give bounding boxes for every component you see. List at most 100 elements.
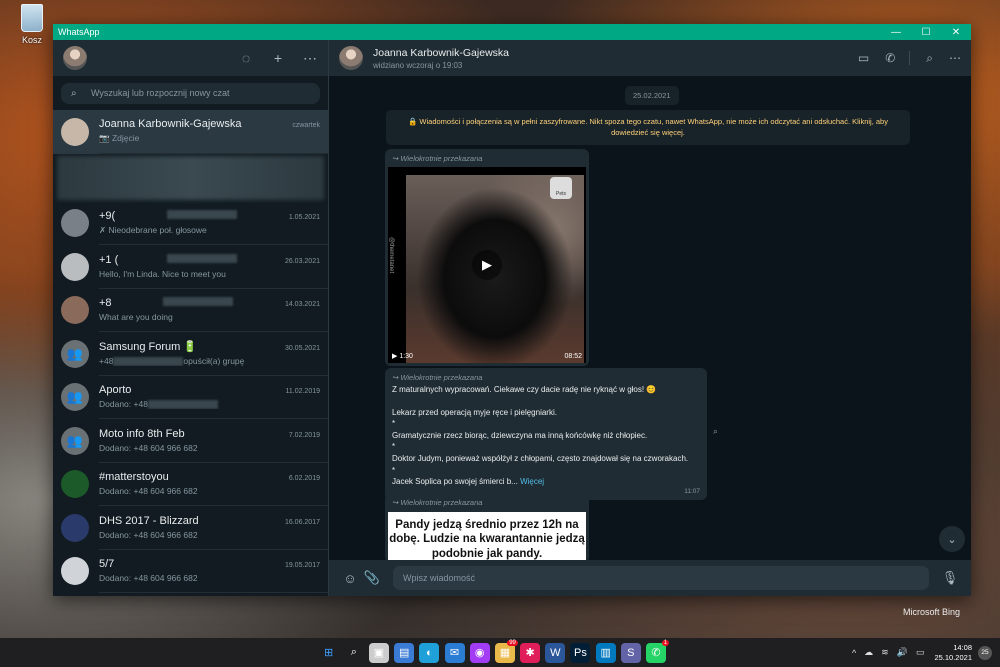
volume-icon[interactable]: 🔊 [897, 647, 908, 658]
preview-text: Dodano: +48 604 966 682 [99, 573, 198, 584]
teams-icon[interactable]: S [620, 642, 641, 663]
search-input[interactable] [91, 88, 320, 98]
message-line: * [392, 419, 396, 429]
contact-avatar[interactable] [339, 46, 363, 70]
chat-time: 1.05.2021 [288, 213, 320, 221]
video-message[interactable]: ↪ Wielokrotnie przekazana @themetanet Pe… [385, 149, 589, 366]
chat-time: 6.02.2019 [288, 475, 320, 483]
preview-prefix: +48 [99, 356, 114, 367]
message-input[interactable] [393, 566, 929, 590]
conversation-menu-icon[interactable]: ⋯ [949, 51, 961, 65]
maximize-button[interactable]: ☐ [911, 27, 941, 38]
chat-time: 16.06.2017 [284, 518, 320, 526]
search-icon[interactable]: ⌕ [344, 643, 364, 663]
forward-icon[interactable]: ⌕ [713, 426, 718, 437]
teams-glyph: S [627, 646, 635, 659]
group-avatar-icon: 👥 [61, 426, 89, 455]
video-thumbnail[interactable]: @themetanet Pets ▶ ▶ 1:30 08:52 [388, 167, 586, 363]
system-tray: ^ ☁ ≋ 🔊 ▭ 14:08 25.10.2021 25 [848, 638, 992, 667]
edge-icon[interactable]: ◐ [419, 642, 440, 663]
play-icon[interactable]: ▶ [472, 250, 502, 280]
task-view-icon[interactable]: ▣ [368, 642, 389, 663]
emoji-icon[interactable]: ☺ [339, 571, 361, 586]
whatsapp-glyph: ✆ [651, 647, 661, 659]
chat-time: 19.05.2017 [284, 562, 320, 570]
trello-icon[interactable]: ▥ [595, 642, 616, 663]
search-glyph: ⌕ [350, 646, 357, 658]
tray-chevron-icon[interactable]: ^ [852, 648, 856, 658]
new-chat-icon[interactable]: + [270, 50, 286, 66]
notifications-badge[interactable]: 25 [978, 645, 992, 660]
encryption-notice[interactable]: 🔒 Wiadomości i połączenia są w pełni zas… [386, 110, 910, 145]
scroll-down-button[interactable]: ⌄ [939, 526, 965, 552]
whatsapp-icon[interactable]: ✆ 1 [646, 639, 670, 663]
conversation-pane: Joanna Karbownik-Gajewska widziano wczor… [329, 40, 971, 596]
windows-icon[interactable]: ⊞ [319, 643, 339, 663]
chat-name: DHS 2017 - Blizzard [99, 514, 199, 527]
chat-name: #matterstoyou [99, 471, 169, 484]
chat-name: +1 ( [99, 253, 119, 266]
voice-call-icon[interactable]: ✆ [885, 51, 895, 65]
video-call-icon[interactable]: ▭ [858, 51, 869, 65]
chat-item[interactable]: +9(1.05.2021 ✗ Nieodebrane poł. głosowe [53, 202, 328, 245]
word-icon[interactable]: W [545, 642, 566, 663]
attach-icon[interactable]: 📎 [361, 570, 383, 586]
menu-icon[interactable]: ⋯ [302, 50, 318, 67]
chat-item[interactable]: 5/7 19.05.2017 Dodano: +48 604 966 682 [53, 550, 328, 593]
chat-item[interactable]: 👥 Aporto 11.02.2019 Dodano: +48 [53, 376, 328, 419]
preview-text: Dodano: +48 604 966 682 [99, 529, 198, 540]
text-message[interactable]: ↪ Wielokrotnie przekazana Z maturalnych … [385, 368, 707, 500]
left-header: ◌ + ⋯ [53, 40, 328, 76]
cloud-icon[interactable]: ☁ [864, 647, 873, 658]
chat-item[interactable]: DHS 2017 - Blizzard 16.06.2017 Dodano: +48… [53, 506, 328, 550]
my-avatar[interactable] [63, 46, 87, 70]
mail-icon[interactable]: ✉ [444, 642, 465, 663]
status-icon[interactable]: ◌ [238, 50, 254, 66]
edge-glyph: ◐ [426, 646, 433, 659]
contact-name[interactable]: Joanna Karbownik-Gajewska [373, 47, 842, 59]
widgets-glyph: ▤ [398, 647, 410, 659]
battery-icon[interactable]: ▭ [916, 647, 925, 658]
slack-icon[interactable]: ✱ [520, 642, 541, 663]
search-bar: ⌕ [53, 76, 328, 110]
chat-time: 30.05.2021 [284, 345, 320, 353]
chat-preview: Dodano: +48 [99, 399, 320, 410]
chat-name: Moto info 8th Feb [99, 427, 185, 440]
chat-item[interactable]: Joanna Karbownik-Gajewska czwartek 📷 Zdjęc… [53, 110, 328, 154]
mail-glyph: ✉ [449, 647, 460, 659]
message-line: Z maturalnych wypracowań. Ciekawe czy da… [392, 385, 657, 394]
meme-image[interactable]: Pandy jedzą średnio przez 12h na dobę. L… [388, 512, 586, 560]
redacted-number [113, 357, 184, 367]
chat-preview: What are you doing [99, 312, 320, 322]
search-messages-icon[interactable]: ⌕ [926, 51, 933, 66]
chat-item[interactable]: #matterstoyou 6.02.2019 Dodano: +48 604 96… [53, 463, 328, 506]
preview-text: 📷 Zdjęcie [99, 133, 140, 144]
chat-item[interactable]: +1 (26.03.2021 Hello, I'm Linda. Nice to … [53, 245, 328, 289]
video-watermark: @themetanet [388, 237, 394, 274]
chat-avatar [61, 117, 89, 146]
clock[interactable]: 14:08 25.10.2021 [934, 643, 972, 663]
video-length: ▶ 1:30 [392, 353, 413, 360]
read-more-link[interactable]: Więcej [520, 477, 544, 486]
message-text: Z maturalnych wypracowań. Ciekawe czy da… [388, 384, 704, 476]
clock-date: 25.10.2021 [934, 652, 972, 662]
conversation-header[interactable]: Joanna Karbownik-Gajewska widziano wczor… [329, 40, 971, 76]
photoshop-icon[interactable]: Ps [570, 642, 591, 663]
microphone-icon[interactable]: 🎙 [939, 570, 961, 586]
chat-item[interactable]: +8 14.03.2021 What are you doing [53, 289, 328, 332]
chat-item[interactable]: 👥 Samsung Forum 🔋 30.05.2021 +48 opuścił(a) … [53, 332, 328, 376]
trello-glyph: ▥ [600, 647, 611, 659]
chat-preview: +48 opuścił(a) grupę [99, 356, 320, 367]
chat-time: 26.03.2021 [284, 257, 320, 265]
widgets-icon[interactable]: ▤ [394, 642, 415, 663]
notes-icon[interactable]: ▦ 99 [494, 639, 518, 663]
close-button[interactable]: ✕ [941, 27, 971, 38]
wifi-icon[interactable]: ≋ [881, 647, 889, 658]
blurred-chat-item[interactable] [57, 155, 324, 200]
image-message[interactable]: ↪ Wielokrotnie przekazana Pandy jedzą śr… [385, 493, 589, 560]
messenger-glyph: ◉ [474, 647, 485, 659]
minimize-button[interactable]: — [881, 27, 911, 38]
chat-item[interactable]: 👥 Moto info 8th Feb 7.02.2019 Dodano: +48 6… [53, 419, 328, 463]
messenger-icon[interactable]: ◉ [469, 642, 490, 663]
recycle-bin-shortcut[interactable]: Kosz [14, 4, 50, 45]
